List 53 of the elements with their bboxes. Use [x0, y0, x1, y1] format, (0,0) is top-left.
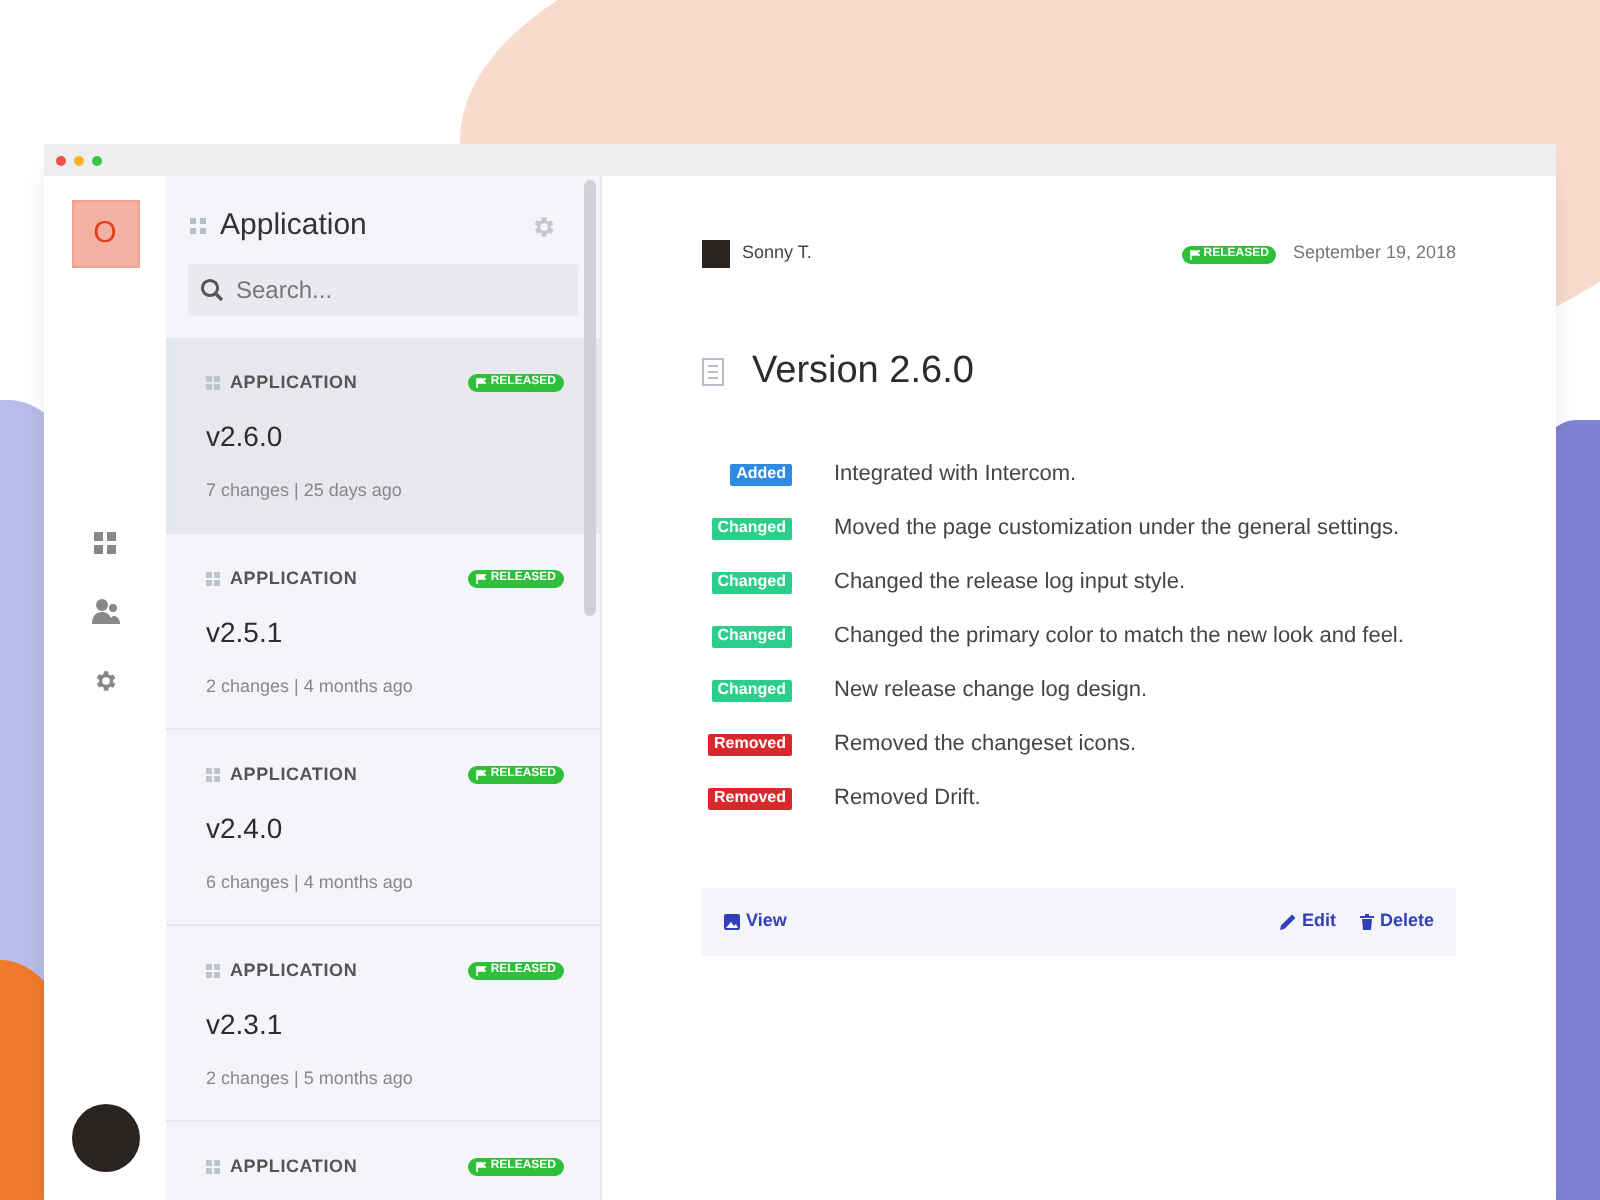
trash-icon [1359, 913, 1374, 929]
search-icon [200, 277, 224, 301]
list-title: Application [220, 206, 367, 246]
change-description: Moved the page customization under the general settings. [834, 513, 1400, 544]
change-description: Changed the release log input style. [834, 567, 1186, 598]
release-category: APPLICATION [230, 565, 358, 591]
release-meta: 6 changes | 4 months ago [206, 870, 415, 896]
grid-icon [206, 1159, 220, 1174]
change-type-tag: Changed [711, 679, 792, 701]
release-meta: 7 changes | 25 days ago [206, 478, 404, 504]
release-category: APPLICATION [230, 1153, 358, 1179]
view-button[interactable]: View [724, 907, 787, 935]
release-version: v2.6.0 [206, 418, 285, 456]
change-description: New release change log design. [834, 675, 1148, 706]
users-icon[interactable] [91, 598, 119, 624]
release-category: APPLICATION [230, 761, 358, 787]
pencil-icon [1279, 913, 1296, 929]
grid-icon [206, 963, 220, 978]
image-icon [724, 913, 740, 929]
grid-icon [206, 767, 220, 782]
change-type-tag: Removed [707, 733, 792, 755]
change-description: Removed the changeset icons. [834, 729, 1137, 760]
release-meta: 2 changes | 4 months ago [206, 674, 415, 700]
settings-icon[interactable] [92, 668, 118, 694]
change-type-tag: Changed [711, 517, 792, 539]
release-category: APPLICATION [230, 957, 358, 983]
change-type-tag: Changed [711, 571, 792, 593]
change-type-tag: Removed [707, 787, 792, 809]
change-description: Changed the primary color to match the new look and feel. [834, 621, 1404, 652]
release-version: v2.3.1 [206, 1006, 285, 1044]
search-field[interactable]: Search... [188, 263, 578, 315]
delete-button[interactable]: Delete [1359, 907, 1434, 935]
change-type-tag: Changed [711, 625, 792, 647]
release-date: September 19, 2018 [1292, 240, 1456, 267]
release-version: v2.4.0 [206, 810, 285, 848]
release-meta: 2 changes | 5 months ago [206, 1066, 415, 1092]
grid-icon [206, 571, 220, 586]
grid-icon[interactable] [94, 532, 116, 554]
document-icon [702, 358, 724, 387]
version-title: Version 2.6.0 [752, 348, 974, 396]
scrollbar[interactable] [584, 180, 596, 616]
grid-icon [206, 375, 220, 390]
settings-icon[interactable] [530, 213, 556, 240]
author-name: Sonny T. [742, 240, 812, 267]
edit-button[interactable]: Edit [1279, 907, 1336, 935]
author-avatar [702, 240, 730, 268]
change-description: Removed Drift. [834, 783, 981, 814]
change-description: Integrated with Intercom. [834, 459, 1077, 490]
avatar[interactable] [71, 1104, 139, 1172]
grid-icon [190, 218, 206, 235]
release-version: v2.5.1 [206, 614, 285, 652]
release-category: APPLICATION [230, 369, 358, 395]
change-type-tag: Added [730, 463, 792, 485]
